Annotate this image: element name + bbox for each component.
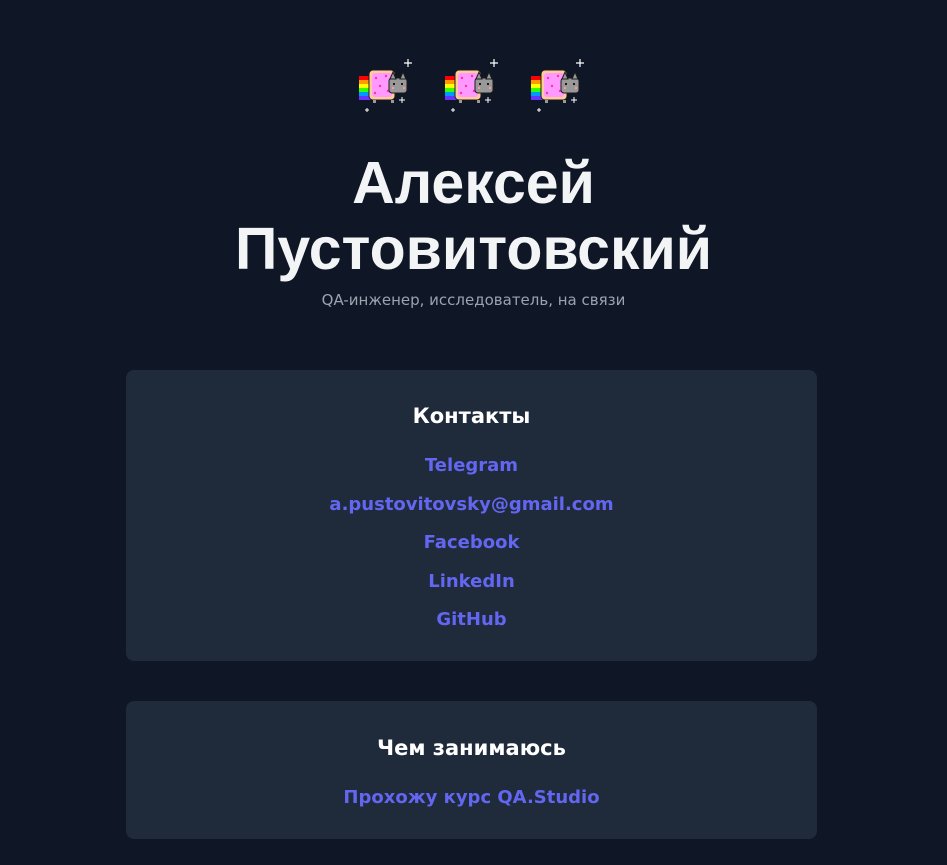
contacts-card: Контакты Telegram a.pustovitovsky@gmail.…	[126, 370, 817, 661]
page: Алексей Пустовитовский QA-инженер, иссле…	[0, 0, 947, 865]
activity-card: Чем занимаюсь Прохожу курс QA.Studio	[126, 701, 817, 839]
activity-title: Чем занимаюсь	[377, 736, 566, 760]
telegram-link[interactable]: Telegram	[425, 455, 518, 476]
email-link[interactable]: a.pustovitovsky@gmail.com	[329, 494, 613, 515]
list-item: Facebook	[126, 532, 817, 571]
page-title-line2: Пустовитовский	[234, 216, 713, 282]
qa-studio-course-link[interactable]: Прохожу курс QA.Studio	[343, 787, 599, 808]
linkedin-link[interactable]: LinkedIn	[428, 571, 515, 592]
page-subtitle: QA-инженер, исследователь, на связи	[321, 291, 626, 309]
nyan-cat-icon	[444, 59, 498, 112]
list-item: Telegram	[126, 455, 817, 494]
nyan-cat-icon	[358, 59, 412, 112]
page-title: Алексей Пустовитовский	[0, 150, 947, 282]
page-title-line1: Алексей	[352, 150, 595, 216]
nyan-cat-icon	[530, 59, 584, 112]
contacts-title: Контакты	[412, 404, 531, 428]
nyan-cat-row	[0, 56, 947, 114]
activity-list: Прохожу курс QA.Studio	[126, 787, 817, 826]
github-link[interactable]: GitHub	[436, 609, 506, 630]
list-item: a.pustovitovsky@gmail.com	[126, 494, 817, 533]
list-item: Прохожу курс QA.Studio	[126, 787, 817, 826]
contacts-list: Telegram a.pustovitovsky@gmail.com Faceb…	[126, 455, 817, 648]
list-item: LinkedIn	[126, 571, 817, 610]
list-item: GitHub	[126, 609, 817, 648]
facebook-link[interactable]: Facebook	[424, 532, 520, 553]
